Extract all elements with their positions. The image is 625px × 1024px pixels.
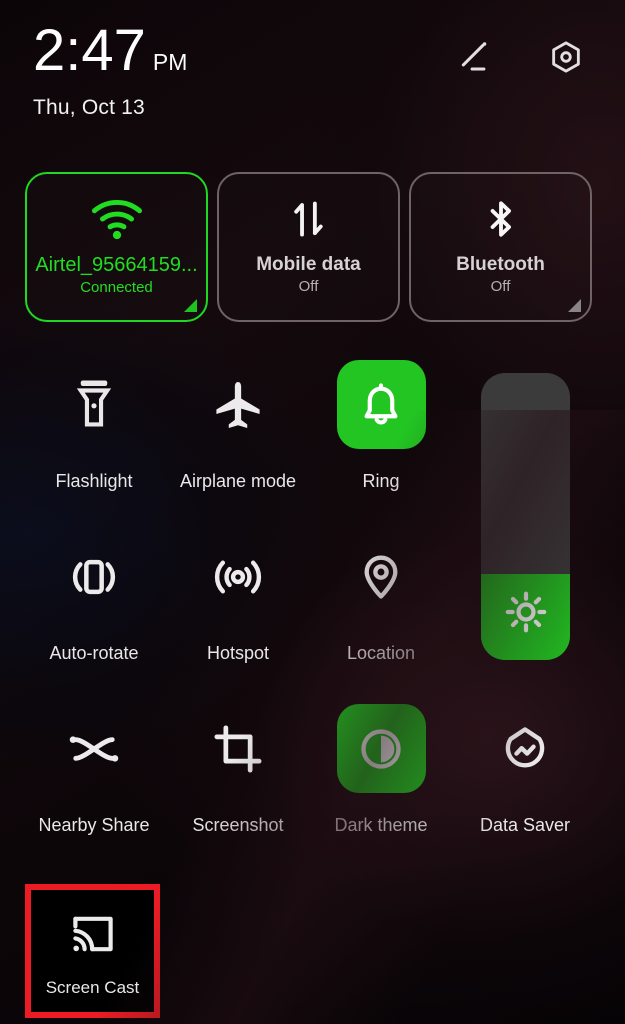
tile-ring-label: Ring bbox=[362, 471, 400, 491]
tile-flashlight-label: Flashlight bbox=[55, 471, 133, 491]
tile-location[interactable]: Location bbox=[306, 532, 456, 664]
settings-gear-icon[interactable] bbox=[547, 38, 585, 76]
tile-location-label: Location bbox=[346, 643, 416, 663]
tile-auto-rotate-label: Auto-rotate bbox=[49, 643, 139, 663]
brightness-slider[interactable] bbox=[481, 373, 570, 660]
quick-tiles-row-3: Nearby Share Screenshot Dark theme Data … bbox=[0, 704, 625, 876]
brightness-slider-fill bbox=[481, 573, 570, 660]
tile-mobile-data[interactable]: Mobile data Off bbox=[217, 172, 400, 322]
flashlight-icon bbox=[50, 360, 139, 449]
bell-icon bbox=[336, 360, 426, 449]
screen-cast-icon bbox=[57, 898, 129, 970]
tile-bluetooth-label: Bluetooth bbox=[456, 254, 545, 275]
auto-rotate-icon bbox=[50, 532, 139, 621]
tile-wifi-status: Connected bbox=[80, 279, 153, 296]
header-action-icons bbox=[457, 38, 585, 76]
tile-dark-theme[interactable]: Dark theme bbox=[306, 704, 456, 836]
tile-flashlight[interactable]: Flashlight bbox=[19, 360, 169, 492]
tile-wifi[interactable]: Airtel_95664159... Connected bbox=[25, 172, 208, 322]
wifi-icon bbox=[91, 196, 143, 242]
clock-time: 2:47 bbox=[33, 18, 146, 83]
tile-airplane-mode[interactable]: Airplane mode bbox=[163, 360, 313, 492]
tile-bluetooth[interactable]: Bluetooth Off bbox=[409, 172, 592, 322]
tile-mobile-data-status: Off bbox=[298, 278, 319, 295]
clock: 2:47 PM bbox=[33, 22, 187, 80]
clock-ampm: PM bbox=[152, 49, 188, 75]
screenshot-crop-icon bbox=[194, 704, 283, 793]
tile-screen-cast[interactable]: Screen Cast bbox=[31, 890, 154, 1012]
tile-screenshot[interactable]: Screenshot bbox=[163, 704, 313, 836]
connectivity-tiles-row: Airtel_95664159... Connected Mobile data… bbox=[0, 172, 625, 322]
tile-airplane-mode-label: Airplane mode bbox=[179, 471, 297, 491]
tile-data-saver[interactable]: Data Saver bbox=[450, 704, 600, 836]
tile-wifi-label: Airtel_95664159... bbox=[35, 254, 198, 276]
tile-dark-theme-label: Dark theme bbox=[334, 815, 428, 835]
tile-auto-rotate[interactable]: Auto-rotate bbox=[19, 532, 169, 664]
airplane-icon bbox=[194, 360, 283, 449]
status-header: 2:47 PM Thu, Oct 13 bbox=[0, 0, 625, 150]
tile-mobile-data-label: Mobile data bbox=[256, 254, 361, 275]
dark-theme-icon bbox=[336, 704, 426, 793]
data-saver-icon bbox=[481, 704, 570, 793]
tile-screenshot-label: Screenshot bbox=[192, 815, 284, 835]
tile-bluetooth-status: Off bbox=[490, 278, 511, 295]
tile-bluetooth-expand-corner-icon[interactable] bbox=[568, 299, 581, 312]
tile-nearby-share-label: Nearby Share bbox=[38, 815, 150, 835]
tile-nearby-share[interactable]: Nearby Share bbox=[19, 704, 169, 836]
nearby-share-icon bbox=[50, 704, 139, 793]
brightness-sun-icon bbox=[505, 591, 546, 633]
bluetooth-icon bbox=[480, 196, 522, 242]
tile-wifi-expand-corner-icon[interactable] bbox=[184, 299, 197, 312]
tile-screen-cast-label: Screen Cast bbox=[45, 978, 140, 997]
tile-hotspot-label: Hotspot bbox=[206, 643, 270, 663]
tile-hotspot[interactable]: Hotspot bbox=[163, 532, 313, 664]
hotspot-icon bbox=[194, 532, 283, 621]
clock-date: Thu, Oct 13 bbox=[33, 96, 145, 119]
quick-settings-panel: 2:47 PM Thu, Oct 13 Airtel_95664159... C… bbox=[0, 0, 625, 1024]
location-pin-icon bbox=[337, 532, 426, 621]
tile-data-saver-label: Data Saver bbox=[479, 815, 571, 835]
tile-ring[interactable]: Ring bbox=[306, 360, 456, 492]
pencil-edit-icon[interactable] bbox=[457, 38, 495, 76]
mobile-data-icon bbox=[287, 196, 331, 242]
